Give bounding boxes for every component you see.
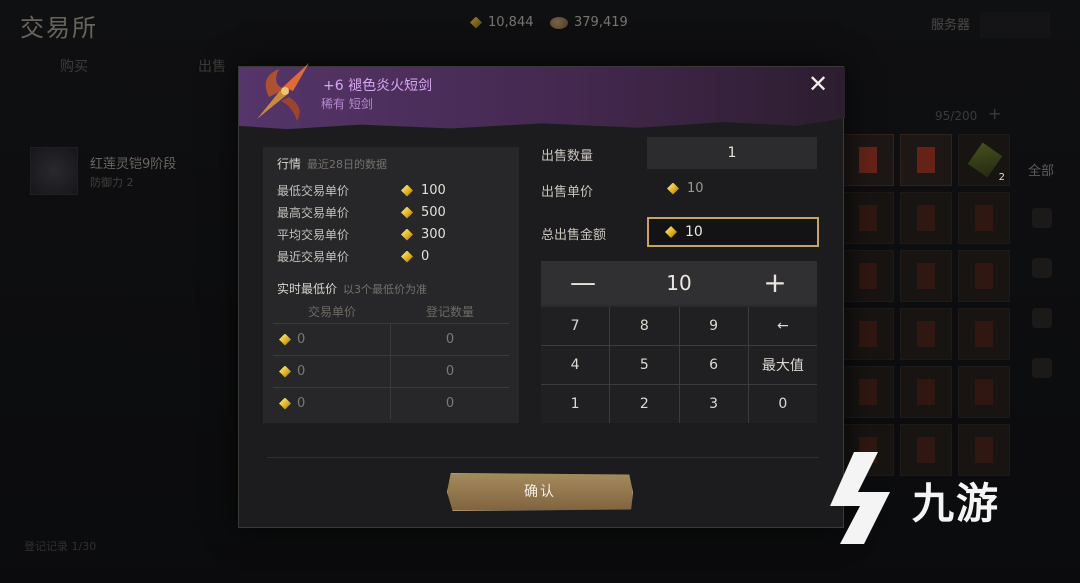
item-name: +6 褪色炎火短剑 — [323, 78, 433, 94]
price-stat-label: 最高交易单价 — [277, 206, 350, 220]
decrement-button[interactable]: — — [563, 265, 603, 301]
total-amount-value: 10 — [685, 224, 703, 240]
key-0[interactable]: 0 — [748, 385, 817, 423]
total-amount-field[interactable]: 10 — [647, 217, 819, 247]
gold-gem-icon — [665, 226, 677, 238]
unit-price-label: 出售单价 — [541, 185, 594, 200]
price-stat-row: 平均交易单价 300 — [277, 226, 507, 243]
total-label: 总出售金额 — [541, 228, 607, 243]
price-stat-label: 最近交易单价 — [277, 250, 350, 264]
key-6[interactable]: 6 — [679, 346, 748, 384]
table-row: 0 0 — [273, 355, 509, 387]
table-row: 0 0 — [273, 323, 509, 355]
close-button[interactable]: ✕ — [805, 71, 831, 97]
max-value-key[interactable]: 最大值 — [748, 346, 817, 384]
confirm-button[interactable]: 确认 — [447, 473, 633, 511]
item-rarity-type: 稀有 短剑 — [321, 97, 373, 111]
price-stat-row: 最低交易单价 100 — [277, 182, 507, 199]
gold-gem-icon — [401, 206, 413, 219]
backspace-key[interactable]: ← — [748, 307, 817, 345]
row-qty: 0 — [445, 364, 455, 379]
key-9[interactable]: 9 — [679, 307, 748, 345]
price-stat-label: 平均交易单价 — [277, 228, 350, 242]
gold-gem-icon — [279, 397, 291, 410]
realtime-heading-label: 实时最低价 — [277, 282, 338, 296]
keypad-value: 10 — [666, 271, 692, 295]
key-7[interactable]: 7 — [541, 307, 610, 345]
price-stat-label: 最低交易单价 — [277, 184, 350, 198]
number-keypad: — 10 + 7 8 9 ← 4 5 6 最大值 1 2 3 0 — [541, 261, 817, 423]
key-1[interactable]: 1 — [541, 385, 610, 423]
increment-button[interactable]: + — [755, 265, 795, 301]
keypad-grid: 7 8 9 ← 4 5 6 最大值 1 2 3 0 — [541, 307, 817, 423]
divider — [267, 457, 819, 458]
table-header: 交易单价 登记数量 — [273, 303, 509, 323]
sword-item-icon — [257, 63, 309, 121]
table-row: 0 0 — [273, 387, 509, 419]
market-heading: 行情 最近28日的数据 — [277, 155, 387, 172]
gold-gem-icon — [401, 250, 413, 263]
key-5[interactable]: 5 — [610, 346, 679, 384]
gold-gem-icon — [401, 184, 413, 197]
key-3[interactable]: 3 — [679, 385, 748, 423]
watermark-text: 九游 — [912, 479, 1001, 528]
sell-dialog: +6 褪色炎火短剑 稀有 短剑 ✕ 行情 最近28日的数据 最低交易单价 100 … — [238, 63, 845, 528]
key-8[interactable]: 8 — [610, 307, 679, 345]
unit-price-value: 10 — [667, 181, 704, 196]
gold-gem-icon — [667, 182, 679, 195]
price-stat-value: 0 — [421, 249, 430, 264]
watermark-logo-icon — [830, 452, 890, 544]
market-info-panel: 行情 最近28日的数据 最低交易单价 100 最高交易单价 500 平均交易单价 … — [263, 147, 519, 423]
quantity-field[interactable]: 1 — [647, 137, 817, 169]
row-price: 0 — [297, 364, 306, 379]
price-stat-value: 100 — [421, 183, 446, 198]
realtime-heading: 实时最低价 以3个最低价为准 — [277, 280, 427, 297]
key-4[interactable]: 4 — [541, 346, 610, 384]
row-price: 0 — [297, 396, 306, 411]
gold-gem-icon — [279, 333, 291, 346]
row-qty: 0 — [445, 396, 455, 411]
market-heading-note: 最近28日的数据 — [307, 158, 388, 171]
slot-count: 2 — [998, 172, 1005, 183]
row-qty: 0 — [445, 332, 455, 347]
market-heading-label: 行情 — [277, 157, 302, 171]
col-price-header: 交易单价 — [307, 305, 356, 319]
price-stat-row: 最高交易单价 500 — [277, 204, 507, 221]
realtime-heading-note: 以3个最低价为准 — [343, 283, 428, 296]
key-2[interactable]: 2 — [610, 385, 679, 423]
col-qty-header: 登记数量 — [425, 305, 474, 319]
realtime-price-table: 交易单价 登记数量 0 0 0 0 0 0 — [273, 303, 509, 419]
price-stat-value: 500 — [421, 205, 446, 220]
price-stat-value: 300 — [421, 227, 446, 242]
unit-price-amount: 10 — [687, 181, 704, 196]
row-price: 0 — [297, 332, 306, 347]
price-stat-row: 最近交易单价 0 — [277, 248, 507, 265]
keypad-display: — 10 + — [541, 261, 817, 305]
gold-gem-icon — [279, 365, 291, 378]
gold-gem-icon — [401, 228, 413, 241]
qty-label: 出售数量 — [541, 149, 594, 164]
